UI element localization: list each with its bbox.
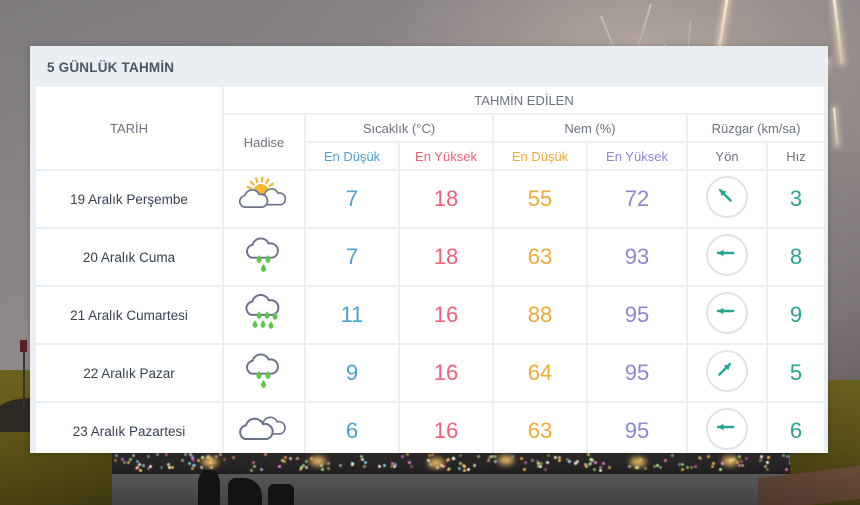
- forecast-table-wrapper: TARİH TAHMİN EDİLEN Hadise Sıcaklık (°C)…: [30, 85, 828, 453]
- temp-max-value: 18: [400, 229, 492, 285]
- column-header-temp-max: En Yüksek: [400, 143, 492, 169]
- lamp-head: [20, 340, 27, 352]
- table-row: 22 Aralık Pazar 9 16 64 95 5: [36, 345, 824, 401]
- table-row: 20 Aralık Cuma 7 18 63 93 8: [36, 229, 824, 285]
- partly-cloudy-icon: [236, 176, 292, 218]
- rain-icon: [236, 350, 292, 392]
- lightning-branch-icon: [637, 4, 652, 49]
- cloudy-icon: [236, 408, 292, 450]
- foreground-silhouette: [198, 470, 220, 505]
- column-header-event: Hadise: [224, 115, 304, 169]
- column-header-humidity: Nem (%): [494, 115, 686, 141]
- header-row-group: TARİH TAHMİN EDİLEN: [36, 87, 824, 113]
- temp-max-value: 16: [400, 403, 492, 453]
- lightning-bolt-icon: [833, 108, 838, 146]
- column-header-humidity-min: En Düşük: [494, 143, 586, 169]
- table-header: TARİH TAHMİN EDİLEN Hadise Sıcaklık (°C)…: [36, 87, 824, 169]
- page-title: 5 GÜNLÜK TAHMİN: [30, 46, 828, 85]
- wind-speed-value: 9: [768, 287, 824, 343]
- table-row: 21 Aralık Cumartesi 11 16 88 95 9: [36, 287, 824, 343]
- temp-min-value: 7: [306, 171, 398, 227]
- wind-speed-value: 3: [768, 171, 824, 227]
- humidity-min-value: 63: [494, 229, 586, 285]
- foreground-silhouette: [268, 484, 294, 505]
- arrow-west-icon: [706, 408, 748, 450]
- wind-speed-value: 6: [768, 403, 824, 453]
- humidity-min-value: 55: [494, 171, 586, 227]
- lamp-pole: [23, 345, 25, 407]
- arrow-northeast-icon: [706, 350, 748, 392]
- forecast-table: TARİH TAHMİN EDİLEN Hadise Sıcaklık (°C)…: [34, 85, 826, 453]
- rain-icon: [236, 234, 292, 276]
- humidity-max-value: 72: [588, 171, 686, 227]
- temp-max-value: 16: [400, 287, 492, 343]
- heavy-rain-icon: [236, 292, 292, 334]
- humidity-min-value: 64: [494, 345, 586, 401]
- column-header-temperature: Sıcaklık (°C): [306, 115, 492, 141]
- column-header-wind: Rüzgar (km/sa): [688, 115, 824, 141]
- forecast-condition-cell: [224, 345, 304, 401]
- arrow-northwest-icon: [706, 176, 748, 218]
- column-header-wind-direction: Yön: [688, 143, 766, 169]
- arrow-west-icon: [706, 292, 748, 334]
- column-header-forecast-group: TAHMİN EDİLEN: [224, 87, 824, 113]
- forecast-condition-cell: [224, 287, 304, 343]
- temp-min-value: 9: [306, 345, 398, 401]
- wind-speed-value: 8: [768, 229, 824, 285]
- forecast-date: 22 Aralık Pazar: [36, 345, 222, 401]
- forecast-date: 19 Aralık Perşembe: [36, 171, 222, 227]
- forecast-card: 5 GÜNLÜK TAHMİN TARİH TAHMİN EDİLEN Hadi: [30, 46, 828, 453]
- column-header-date: TARİH: [36, 87, 222, 169]
- arrow-west-icon: [706, 234, 748, 276]
- wind-speed-value: 5: [768, 345, 824, 401]
- wind-direction-cell: [688, 345, 766, 401]
- table-row: 23 Aralık Pazartesi 6 16 63 95 6: [36, 403, 824, 453]
- temp-max-value: 18: [400, 171, 492, 227]
- temp-max-value: 16: [400, 345, 492, 401]
- humidity-max-value: 95: [588, 345, 686, 401]
- forecast-date: 20 Aralık Cuma: [36, 229, 222, 285]
- table-body: 19 Aralık Perşembe 7 18 55 72 3 20 Aralık Cuma…: [36, 171, 824, 453]
- column-header-wind-speed: Hız: [768, 143, 824, 169]
- wind-direction-cell: [688, 229, 766, 285]
- wind-direction-cell: [688, 171, 766, 227]
- humidity-max-value: 93: [588, 229, 686, 285]
- forecast-date: 21 Aralık Cumartesi: [36, 287, 222, 343]
- column-header-humidity-max: En Yüksek: [588, 143, 686, 169]
- column-header-temp-min: En Düşük: [306, 143, 398, 169]
- table-row: 19 Aralık Perşembe 7 18 55 72 3: [36, 171, 824, 227]
- city-lights: [110, 452, 790, 472]
- forecast-date: 23 Aralık Pazartesi: [36, 403, 222, 453]
- forecast-condition-cell: [224, 403, 304, 453]
- humidity-max-value: 95: [588, 287, 686, 343]
- forecast-condition-cell: [224, 171, 304, 227]
- temp-min-value: 11: [306, 287, 398, 343]
- lightning-bolt-icon: [832, 0, 844, 64]
- temp-min-value: 6: [306, 403, 398, 453]
- humidity-min-value: 63: [494, 403, 586, 453]
- temp-min-value: 7: [306, 229, 398, 285]
- wind-direction-cell: [688, 287, 766, 343]
- wind-direction-cell: [688, 403, 766, 453]
- humidity-min-value: 88: [494, 287, 586, 343]
- forecast-condition-cell: [224, 229, 304, 285]
- humidity-max-value: 95: [588, 403, 686, 453]
